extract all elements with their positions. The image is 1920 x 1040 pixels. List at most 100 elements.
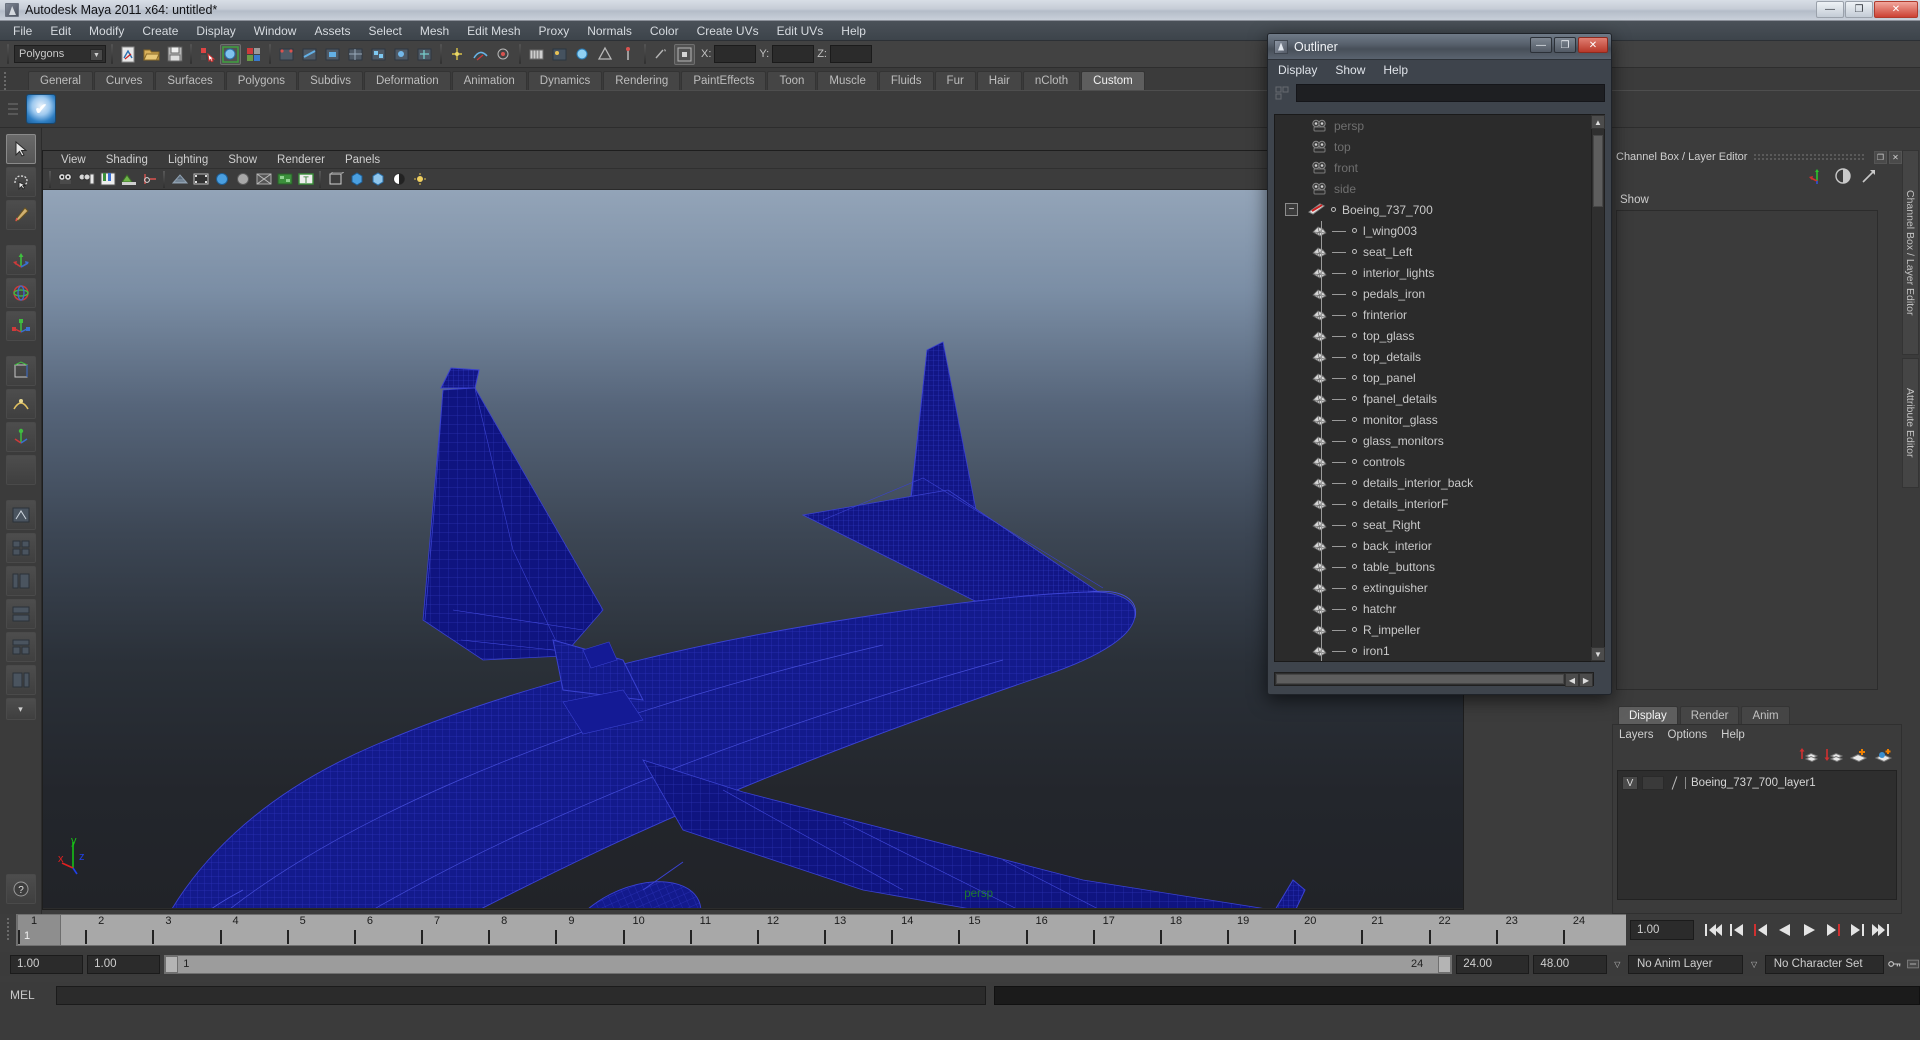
- outliner-item-child[interactable]: frinterior: [1275, 304, 1593, 325]
- layer-menu-layers[interactable]: Layers: [1619, 729, 1654, 741]
- outliner-item-camera[interactable]: top: [1275, 136, 1593, 157]
- range-end-handle[interactable]: [1438, 955, 1452, 973]
- outliner-vertical-scrollbar[interactable]: ▲ ▼: [1591, 114, 1605, 662]
- half-circle-icon[interactable]: [1834, 167, 1852, 188]
- shelf-tab-general[interactable]: General: [28, 71, 93, 90]
- wireframe-on-shaded-icon[interactable]: [254, 170, 273, 189]
- close-button[interactable]: ✕: [1874, 1, 1918, 18]
- selection-mode-dropdown[interactable]: Polygons ▼: [14, 45, 106, 63]
- character-set-select[interactable]: No Character Set: [1764, 954, 1884, 974]
- open-scene-icon[interactable]: [141, 44, 162, 65]
- shelf-tab-fluids[interactable]: Fluids: [878, 71, 934, 90]
- select-faces-icon[interactable]: [322, 44, 343, 65]
- viewport-menu-renderer[interactable]: Renderer: [267, 153, 335, 167]
- lighting-cube-icon[interactable]: [368, 170, 387, 189]
- outliner-item-camera[interactable]: persp: [1275, 115, 1593, 136]
- step-back-key-button[interactable]: [1750, 919, 1772, 941]
- outliner-vscroll-thumb[interactable]: [1593, 135, 1603, 207]
- step-forward-key-button[interactable]: [1822, 919, 1844, 941]
- vtab-attribute-editor[interactable]: Attribute Editor: [1902, 358, 1919, 488]
- move-layer-up-icon[interactable]: [1799, 747, 1819, 766]
- outliner-item-child[interactable]: fpanel_details: [1275, 388, 1593, 409]
- viewport-menu-show[interactable]: Show: [218, 153, 267, 167]
- persp-graph-layout-icon[interactable]: [5, 599, 36, 629]
- viewport-canvas[interactable]: y x z persp: [43, 190, 1463, 908]
- new-layer-from-selected-icon[interactable]: [1874, 747, 1893, 766]
- lights-icon[interactable]: [410, 170, 429, 189]
- grid-display-icon[interactable]: [170, 170, 189, 189]
- shelf-tab-surfaces[interactable]: Surfaces: [155, 71, 225, 90]
- menu-item-normals[interactable]: Normals: [578, 22, 641, 40]
- outliner-item-child[interactable]: br_chasis: [1275, 661, 1593, 662]
- shelf-tab-ncloth[interactable]: nCloth: [1022, 71, 1081, 90]
- outliner-item-child[interactable]: l_wing003: [1275, 220, 1593, 241]
- history-icon[interactable]: [526, 44, 547, 65]
- timeline-grip[interactable]: [4, 916, 12, 944]
- shelf-tab-polygons[interactable]: Polygons: [225, 71, 298, 90]
- shelf-tab-dynamics[interactable]: Dynamics: [527, 71, 603, 90]
- layer-visibility-toggle[interactable]: V: [1622, 776, 1638, 790]
- outliner-item-camera[interactable]: side: [1275, 178, 1593, 199]
- menu-item-create-uvs[interactable]: Create UVs: [688, 22, 768, 40]
- layer-name[interactable]: Boeing_737_700_layer1: [1685, 777, 1816, 789]
- menu-item-edit-mesh[interactable]: Edit Mesh: [458, 22, 529, 40]
- outliner-item-child[interactable]: seat_Right: [1275, 514, 1593, 535]
- outliner-item-child[interactable]: table_buttons: [1275, 556, 1593, 577]
- texture-border-icon[interactable]: T: [296, 170, 315, 189]
- outliner-item-root[interactable]: − Boeing_737_700: [1275, 199, 1593, 220]
- anim-layer-dropdown-arrow[interactable]: ▽: [1611, 955, 1624, 974]
- scroll-right-button[interactable]: ▶: [1579, 673, 1593, 687]
- outliner-item-child[interactable]: pedals_iron: [1275, 283, 1593, 304]
- go-to-start-button[interactable]: [1702, 919, 1724, 941]
- outliner-item-child[interactable]: hatchr: [1275, 598, 1593, 619]
- viewport-menu-shading[interactable]: Shading: [96, 153, 158, 167]
- outliner-item-child[interactable]: seat_Left: [1275, 241, 1593, 262]
- paint-selection-tool-icon[interactable]: [5, 200, 36, 230]
- step-back-frame-button[interactable]: [1726, 919, 1748, 941]
- outliner-item-child[interactable]: details_interiorF: [1275, 493, 1593, 514]
- camera-attributes-icon[interactable]: [77, 170, 96, 189]
- outliner-item-child[interactable]: details_interior_back: [1275, 472, 1593, 493]
- go-to-end-button[interactable]: [1870, 919, 1892, 941]
- viewport-menu-panels[interactable]: Panels: [335, 153, 390, 167]
- menu-item-create[interactable]: Create: [133, 22, 187, 40]
- outliner-hscroll-thumb[interactable]: [1276, 674, 1564, 684]
- select-by-component-type-icon[interactable]: [243, 44, 264, 65]
- ipr-render-icon[interactable]: [572, 44, 593, 65]
- chevron-down-icon[interactable]: ▼: [90, 49, 103, 61]
- show-manipulator-tool-icon[interactable]: [5, 422, 36, 452]
- dock-close-button[interactable]: ✕: [1889, 150, 1902, 164]
- layout-more-icon[interactable]: ▾: [5, 698, 36, 720]
- shelf-tab-animation[interactable]: Animation: [451, 71, 527, 90]
- outliner-search-input[interactable]: [1296, 84, 1605, 102]
- layer-menu-options[interactable]: Options: [1668, 729, 1708, 741]
- outliner-item-child[interactable]: controls: [1275, 451, 1593, 472]
- universal-manipulator-icon[interactable]: [5, 356, 36, 386]
- menu-item-window[interactable]: Window: [245, 22, 306, 40]
- transform-field-mode-icon[interactable]: [674, 43, 695, 65]
- minimize-button[interactable]: —: [1816, 1, 1844, 18]
- animation-preferences-icon[interactable]: [1906, 955, 1920, 974]
- shelf-tab-fur[interactable]: Fur: [934, 71, 976, 90]
- new-layer-icon[interactable]: [1849, 747, 1868, 766]
- select-tool-icon[interactable]: [5, 134, 36, 164]
- manipulator-axis-icon[interactable]: [1808, 167, 1826, 188]
- image-plane-icon[interactable]: [119, 170, 138, 189]
- channel-box-show-menu[interactable]: Show: [1612, 190, 1902, 210]
- single-perspective-view-icon[interactable]: [5, 500, 36, 530]
- layer-tab-render[interactable]: Render: [1679, 706, 1740, 724]
- outliner-tree[interactable]: persp top front side − Boeing_737_700 l_wing00…: [1274, 114, 1594, 662]
- auto-key-icon[interactable]: [1888, 955, 1902, 974]
- play-backwards-button[interactable]: [1774, 919, 1796, 941]
- expander-collapse-icon[interactable]: −: [1285, 203, 1298, 216]
- outliner-menu-show[interactable]: Show: [1335, 63, 1365, 77]
- outliner-maximize-button[interactable]: ❐: [1554, 37, 1576, 53]
- select-pivots-icon[interactable]: [414, 44, 435, 65]
- shelf-tab-muscle[interactable]: Muscle: [817, 71, 878, 90]
- undock-button[interactable]: ❐: [1874, 150, 1887, 164]
- select-uvs-icon[interactable]: [345, 44, 366, 65]
- two-d-pan-zoom-icon[interactable]: [140, 170, 159, 189]
- scroll-up-button[interactable]: ▲: [1591, 115, 1605, 129]
- new-scene-icon[interactable]: [118, 44, 139, 65]
- smooth-shade-icon[interactable]: [212, 170, 231, 189]
